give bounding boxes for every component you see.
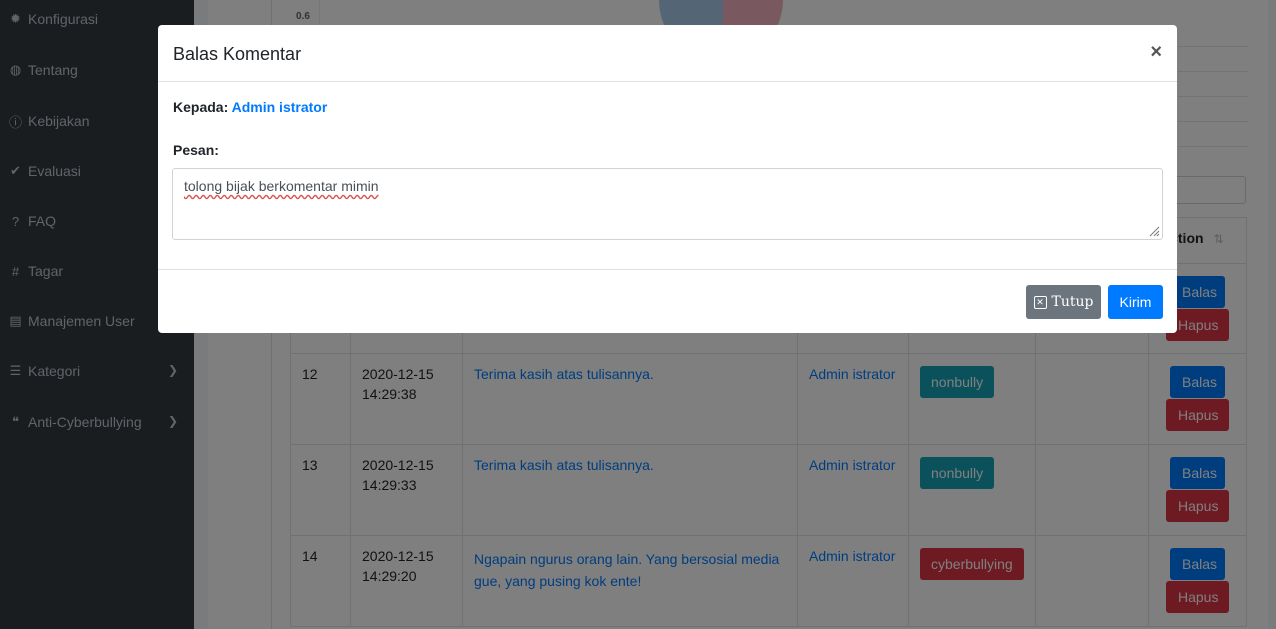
kirim-button[interactable]: Kirim: [1108, 285, 1163, 319]
close-box-icon: ✕: [1033, 295, 1047, 309]
tutup-label: Tutup: [1051, 294, 1094, 310]
close-icon[interactable]: ×: [1150, 41, 1162, 64]
message-textarea[interactable]: tolong bijak berkomentar mimin: [172, 168, 1163, 240]
recipient-name: Admin istrator: [231, 99, 328, 115]
reply-comment-modal: Balas Komentar × Kepada: Admin istrator …: [158, 25, 1177, 333]
modal-header: Balas Komentar ×: [158, 25, 1177, 82]
tutup-button[interactable]: ✕ Tutup: [1026, 285, 1101, 319]
modal-title: Balas Komentar: [173, 44, 302, 64]
message-label: Pesan:: [173, 142, 219, 158]
resize-handle-icon[interactable]: [1148, 225, 1160, 237]
message-text: tolong bijak berkomentar mimin: [184, 178, 379, 194]
recipient-line: Kepada: Admin istrator: [173, 99, 327, 115]
modal-footer: ✕ Tutup Kirim: [158, 269, 1177, 333]
recipient-label: Kepada:: [173, 99, 229, 115]
